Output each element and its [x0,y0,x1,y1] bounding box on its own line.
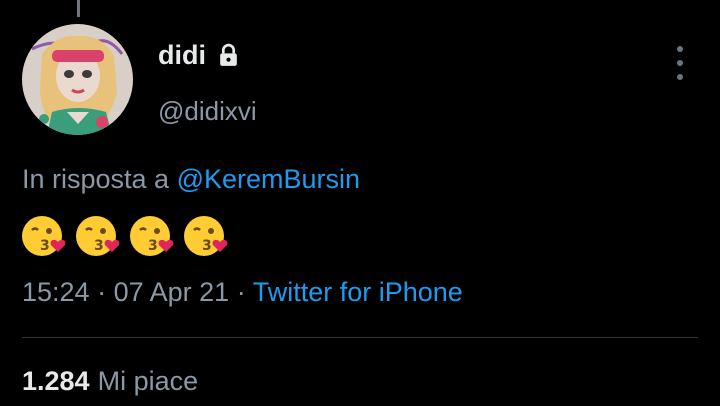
tweet-date[interactable]: 07 Apr 21 [114,277,230,307]
more-vertical-icon[interactable] [672,46,688,80]
meta-separator: · [97,277,107,307]
svg-text:3: 3 [202,238,212,254]
thread-connector-line [77,0,80,17]
reply-prefix: In risposta a [22,164,170,194]
likes-stat[interactable]: 1.284 Mi piace [22,366,198,397]
svg-text:3: 3 [94,238,104,254]
likes-label: Mi piace [97,366,199,396]
avatar[interactable] [22,24,133,135]
tweet-source-link[interactable]: Twitter for iPhone [253,277,463,307]
user-handle[interactable]: @didixvi [158,96,257,127]
reply-mention-link[interactable]: @KeremBursin [177,164,360,194]
kissing-face-with-heart-icon: 3 [76,216,120,256]
divider [22,337,698,338]
tweet-metadata: 15:24 · 07 Apr 21 · Twitter for iPhone [22,277,463,308]
reply-context: In risposta a @KeremBursin [22,164,360,195]
svg-text:3: 3 [40,238,50,254]
svg-text:3: 3 [148,238,158,254]
display-name-row: didi [158,40,241,71]
kissing-face-with-heart-icon: 3 [22,216,66,256]
display-name[interactable]: didi [158,40,206,71]
kissing-face-with-heart-icon: 3 [184,216,228,256]
tweet-time[interactable]: 15:24 [22,277,90,307]
lock-icon [220,43,237,66]
tweet-text: 3 3 3 3 [20,212,230,260]
meta-separator: · [236,277,246,307]
likes-count: 1.284 [22,366,90,396]
kissing-face-with-heart-icon: 3 [130,216,174,256]
